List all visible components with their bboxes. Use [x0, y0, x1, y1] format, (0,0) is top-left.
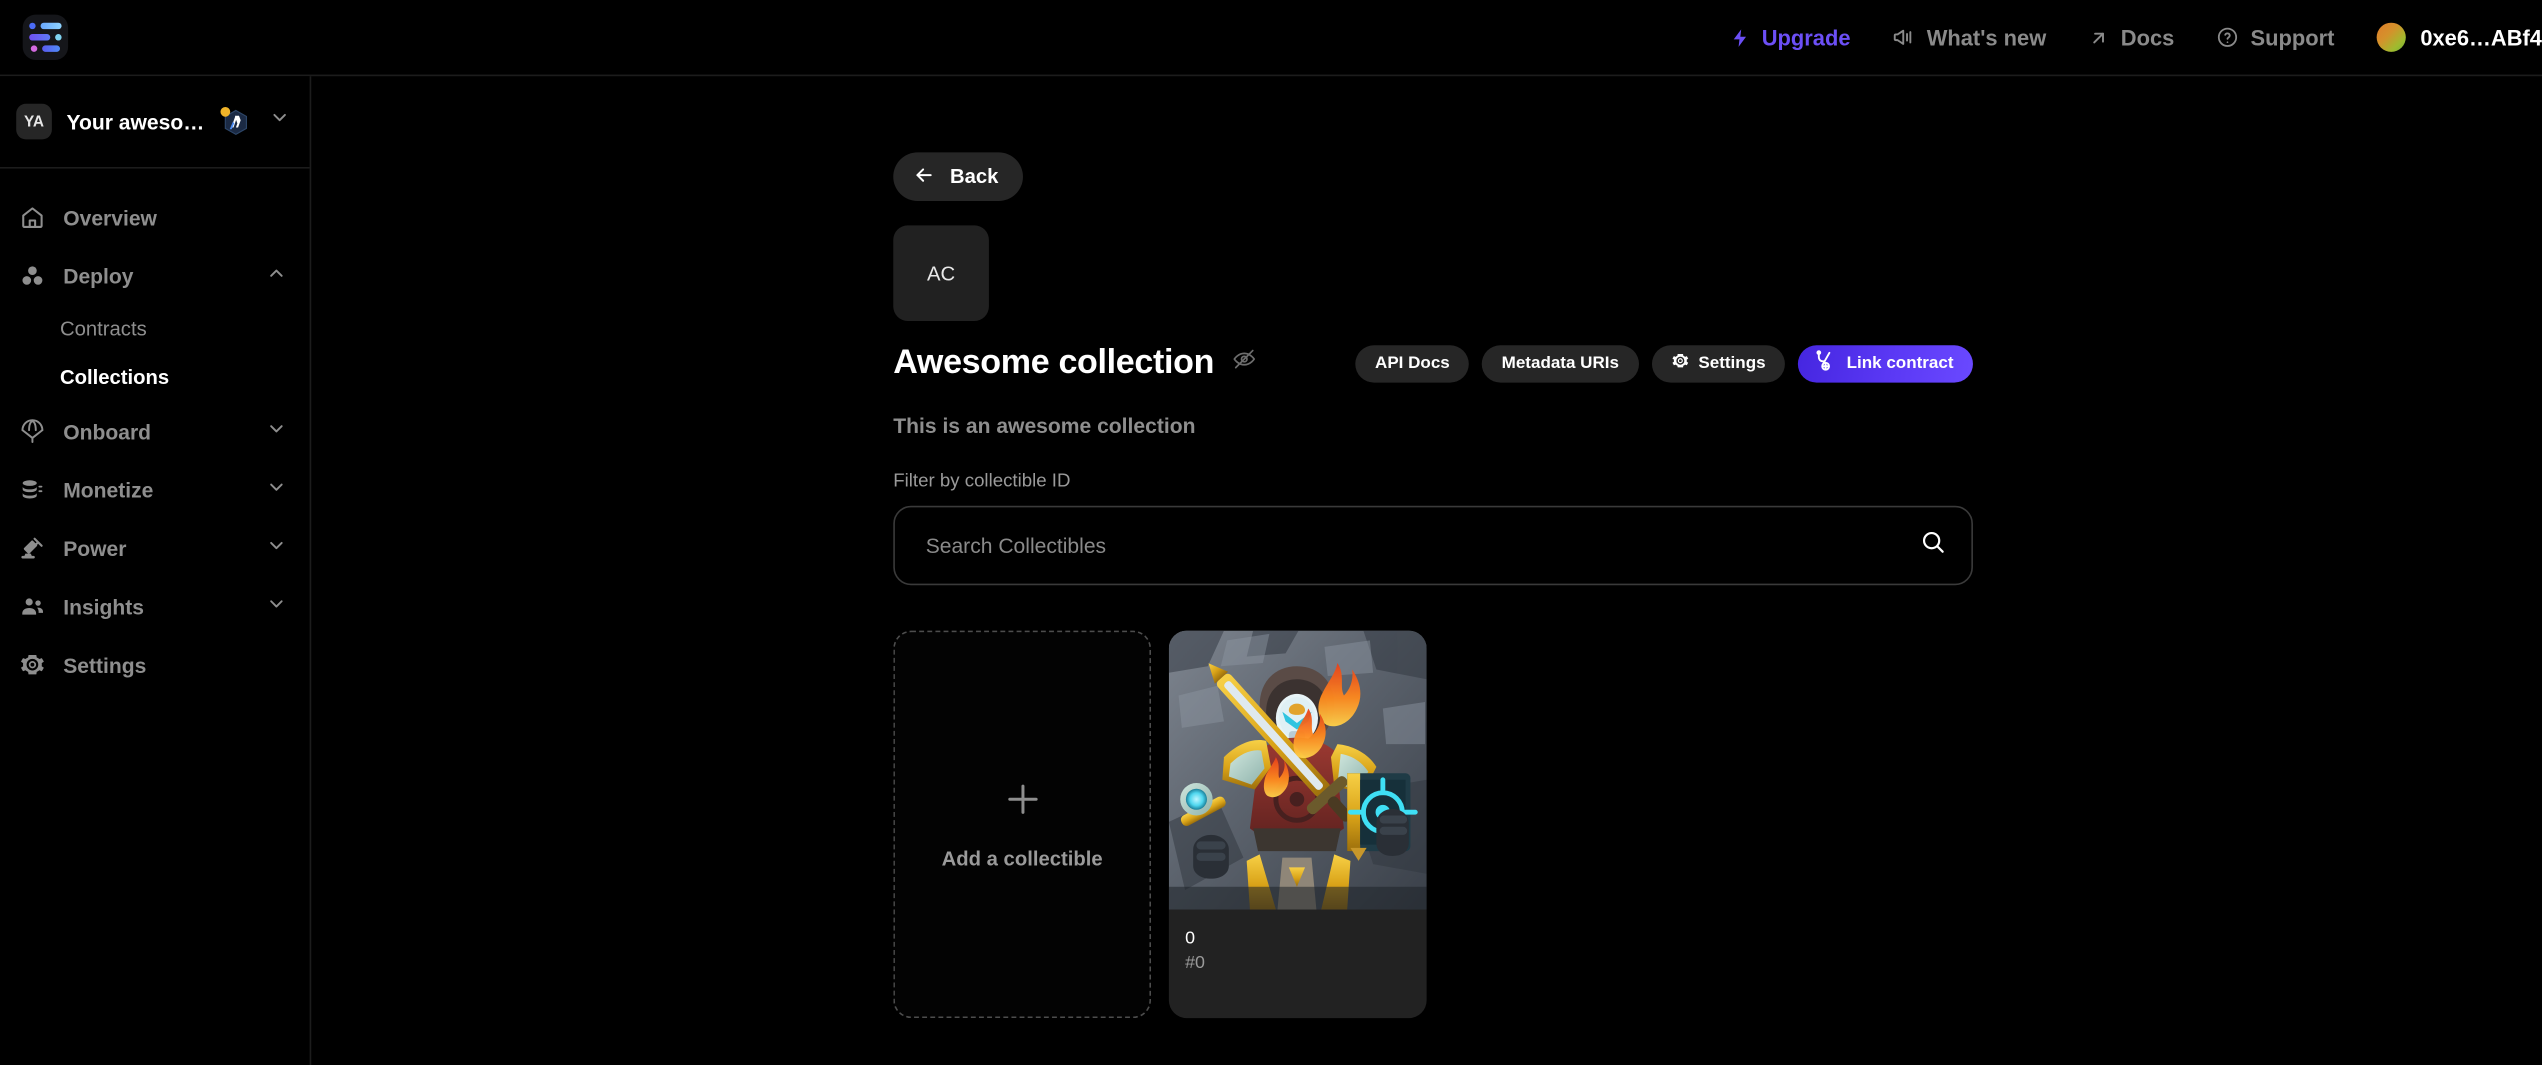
logo-dot-cyan — [55, 34, 61, 40]
search-field-wrapper — [893, 506, 1973, 585]
sidebar-nav: Overview Deploy Contracts Collections — [0, 169, 310, 694]
collection-description: This is an awesome collection — [893, 413, 2542, 437]
whats-new-link[interactable]: What's new — [1893, 25, 2047, 49]
wallet-address: 0xe6…ABf4 — [2420, 25, 2542, 49]
support-link[interactable]: Support — [2216, 25, 2334, 49]
bolt-icon — [1729, 27, 1750, 48]
sidebar-item-settings[interactable]: Settings — [0, 635, 310, 693]
sidebar-subitem-label: Collections — [60, 366, 169, 389]
metadata-uris-label: Metadata URIs — [1502, 353, 1619, 372]
gear-icon — [19, 652, 45, 678]
link-branch-icon — [1814, 349, 1837, 377]
question-circle-icon — [2216, 26, 2239, 49]
org-name: Your aweso… — [66, 109, 204, 133]
wallet-button[interactable]: 0xe6…ABf4 — [2377, 23, 2542, 52]
logo-dot-pink — [31, 45, 37, 51]
arbitrum-chain-icon — [222, 108, 250, 136]
collection-avatar: AC — [893, 225, 989, 321]
app-logo-button[interactable] — [23, 15, 68, 60]
collectible-name: 0 — [1185, 929, 1410, 951]
sidebar-item-label: Power — [63, 536, 126, 560]
search-input[interactable] — [893, 506, 1973, 585]
sidebar-item-label: Overview — [63, 205, 157, 229]
whats-new-label: What's new — [1927, 25, 2047, 49]
org-initials: YA — [16, 104, 52, 140]
logo-bar-cyan — [40, 23, 61, 29]
search-icon[interactable] — [1919, 528, 1947, 564]
back-label: Back — [950, 165, 998, 188]
sidebar-item-label: Onboard — [63, 419, 151, 443]
sidebar: YA Your aweso… Overview — [0, 76, 311, 1065]
sidebar-item-power[interactable]: Power — [0, 519, 310, 577]
top-bar: Upgrade What's new Docs Support — [0, 0, 2542, 76]
arrow-left-icon — [913, 163, 936, 191]
sidebar-item-monetize[interactable]: Monetize — [0, 460, 310, 518]
main-content: Back AC Awesome collection API Docs Meta… — [311, 76, 2542, 1065]
collectible-id: #0 — [1185, 951, 1410, 975]
logo-row-2 — [30, 34, 62, 40]
collectible-artwork — [1169, 631, 1427, 910]
api-docs-label: API Docs — [1375, 353, 1450, 372]
parachute-icon — [19, 418, 45, 444]
top-bar-links: Upgrade What's new Docs Support — [1729, 0, 2542, 75]
logo-row-3 — [31, 45, 59, 51]
settings-label: Settings — [1698, 353, 1765, 372]
docs-link[interactable]: Docs — [2088, 25, 2174, 49]
docs-label: Docs — [2121, 25, 2175, 49]
collectibles-grid: Add a collectible — [893, 631, 2542, 1018]
link-contract-button[interactable]: Link contract — [1798, 344, 1973, 381]
eye-off-icon — [1232, 347, 1256, 379]
sidebar-item-contracts[interactable]: Contracts — [0, 305, 310, 354]
cubes-icon — [19, 263, 45, 289]
upgrade-link[interactable]: Upgrade — [1729, 25, 1850, 49]
logo-row-1 — [30, 23, 62, 29]
sidebar-item-overview[interactable]: Overview — [0, 188, 310, 246]
chevron-down-icon — [269, 107, 290, 136]
coins-icon — [19, 477, 45, 503]
chevron-up-icon — [266, 263, 287, 289]
filter-label: Filter by collectible ID — [893, 472, 2542, 491]
back-button[interactable]: Back — [893, 152, 1023, 201]
sidebar-subitem-label: Contracts — [60, 318, 147, 341]
add-collectible-card[interactable]: Add a collectible — [893, 631, 1151, 1018]
header-actions: API Docs Metadata URIs Settings — [1356, 344, 1973, 381]
upgrade-label: Upgrade — [1762, 25, 1851, 49]
collectible-meta: 0 #0 — [1169, 909, 1427, 975]
chevron-down-icon — [266, 477, 287, 503]
page-header: Awesome collection API Docs Metadata URI… — [893, 344, 1973, 383]
gear-icon — [1671, 352, 1689, 375]
sidebar-item-insights[interactable]: Insights — [0, 577, 310, 635]
sidebar-item-collections[interactable]: Collections — [0, 353, 310, 402]
sidebar-item-label: Deploy — [63, 263, 133, 287]
settings-button[interactable]: Settings — [1651, 344, 1785, 381]
metadata-uris-button[interactable]: Metadata URIs — [1482, 344, 1638, 381]
collection-avatar-initials: AC — [927, 262, 955, 285]
sidebar-item-deploy[interactable]: Deploy — [0, 246, 310, 304]
add-collectible-label: Add a collectible — [942, 848, 1103, 871]
people-icon — [19, 593, 45, 619]
arrow-up-right-icon — [2088, 27, 2109, 48]
org-switcher[interactable]: YA Your aweso… — [0, 76, 310, 168]
logo-bar-purple — [30, 34, 51, 40]
collectible-card[interactable]: 0 #0 — [1169, 631, 1427, 1018]
page-title: Awesome collection — [893, 344, 1214, 383]
gavel-icon — [19, 535, 45, 561]
plus-icon — [1001, 778, 1043, 828]
chain-status-dot — [221, 106, 231, 116]
megaphone-icon — [1893, 26, 1916, 49]
sidebar-item-label: Monetize — [63, 477, 153, 501]
logo-dot-blue — [30, 23, 36, 29]
link-contract-label: Link contract — [1847, 353, 1954, 372]
logo-bar-indigo — [42, 45, 60, 51]
chevron-down-icon — [266, 418, 287, 444]
support-label: Support — [2251, 25, 2335, 49]
sidebar-item-label: Insights — [63, 594, 144, 618]
api-docs-button[interactable]: API Docs — [1356, 344, 1470, 381]
sidebar-item-label: Settings — [63, 653, 146, 677]
avatar — [2377, 23, 2406, 52]
chevron-down-icon — [266, 535, 287, 561]
home-icon — [19, 204, 45, 230]
chevron-down-icon — [266, 593, 287, 619]
sidebar-item-onboard[interactable]: Onboard — [0, 402, 310, 460]
